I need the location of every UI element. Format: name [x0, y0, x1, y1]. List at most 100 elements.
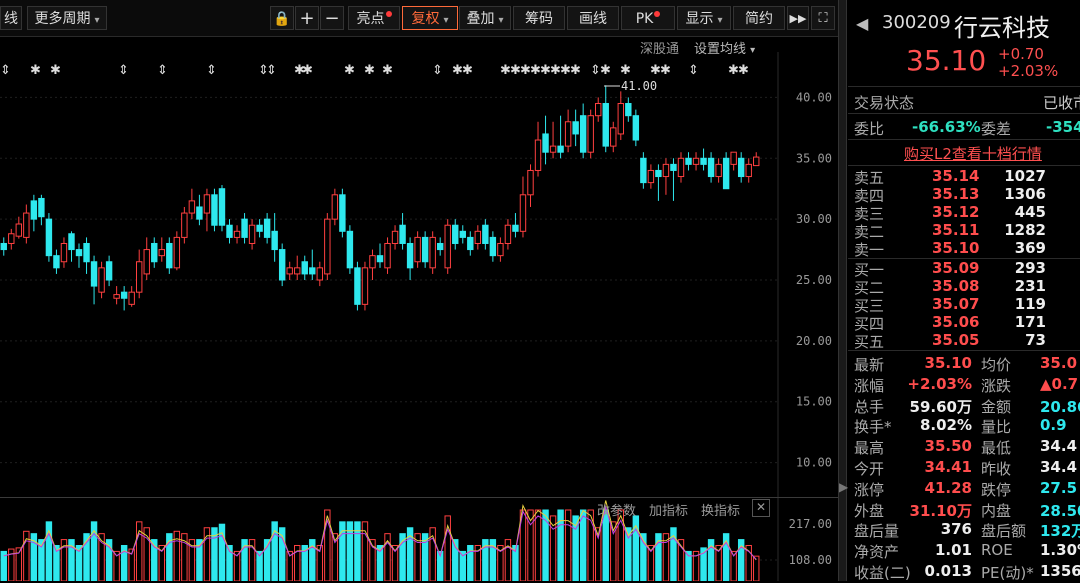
candle-body: [579, 115, 587, 153]
candle-body: [369, 255, 376, 269]
candle-body: [557, 145, 564, 153]
candle-body: [346, 230, 354, 269]
stat-value: 35.50: [924, 437, 972, 456]
line-button[interactable]: 线: [0, 6, 22, 30]
candle-body: [0, 242, 7, 251]
minus-icon: −: [324, 8, 340, 29]
candle-body: [527, 169, 534, 196]
stat-label: 最新: [854, 356, 885, 374]
signal-marker-icon: ✱: [50, 63, 61, 78]
simple-mode-button[interactable]: 简约: [733, 6, 785, 30]
candle-body: [715, 163, 722, 178]
stat-value: 1356: [1040, 562, 1080, 580]
stat-row: 收益(二) 0.013 PE(动)* 1356: [848, 562, 1080, 582]
candle-body: [248, 224, 256, 244]
stat-label: 内盘: [981, 501, 1012, 520]
candle-body: [595, 103, 602, 117]
lock-button[interactable]: 🔒: [270, 6, 294, 30]
stat-value: 31.10万: [909, 501, 972, 520]
zoom-out-button[interactable]: −: [320, 6, 344, 30]
close-icon: ✕: [755, 500, 767, 514]
bid-volume: 293: [1014, 259, 1046, 277]
candle-body: [151, 242, 158, 263]
display-label: 显示: [685, 11, 714, 27]
collapse-arrow-icon[interactable]: ▶: [839, 480, 848, 494]
fast-forward-icon: ▶▶: [789, 12, 807, 25]
stat-value: 132万: [1040, 522, 1080, 541]
candle-body: [474, 230, 482, 244]
stat-value: 27.5: [1040, 478, 1078, 497]
candle-body: [286, 267, 293, 275]
close-indicator-button[interactable]: ✕: [752, 499, 770, 517]
zoom-in-button[interactable]: +: [295, 6, 319, 30]
candle-body: [662, 163, 670, 178]
candle-body: [489, 236, 497, 257]
buy-l2-link[interactable]: 购买L2查看十档行情: [904, 143, 1042, 164]
candle-body: [753, 156, 760, 167]
fuquan-dropdown[interactable]: 复权: [402, 6, 458, 30]
stat-value: 35.0: [1040, 354, 1078, 372]
candle-body: [271, 230, 278, 251]
candle-body: [542, 133, 549, 153]
candle-body: [98, 267, 105, 293]
candle-body: [677, 157, 685, 178]
add-indicator-button[interactable]: 加指标: [649, 500, 688, 519]
candle-body: [105, 261, 113, 281]
candle-body: [211, 194, 218, 226]
highlight-button[interactable]: 亮点: [348, 6, 400, 30]
candle-body: [625, 103, 632, 117]
stat-label: 收益(二): [854, 564, 911, 582]
price-axis-label: 25.00: [796, 273, 832, 287]
candle-body: [301, 261, 308, 275]
candle-body: [384, 242, 391, 269]
bid-level-label: 买五: [854, 333, 885, 351]
fast-forward-button[interactable]: ▶▶: [787, 6, 809, 30]
draw-line-button[interactable]: 画线: [567, 6, 619, 30]
ask-volume: 1282: [1004, 221, 1046, 239]
stat-value: 8.02%: [919, 416, 972, 435]
more-periods-label: 更多周期: [34, 11, 91, 27]
switch-indicator-button[interactable]: 换指标: [701, 500, 740, 519]
more-periods-dropdown[interactable]: 更多周期: [27, 6, 107, 30]
notification-dot-icon: [385, 11, 392, 17]
stat-label: 外盘: [854, 501, 885, 520]
stat-label: 涨停: [854, 480, 885, 499]
stat-label: 盘后量: [854, 522, 900, 541]
bid-price: 35.05: [932, 331, 980, 349]
candle-body: [640, 157, 647, 184]
candle-body: [68, 233, 75, 251]
stat-value: 35.10: [924, 354, 972, 372]
candle-body: [452, 224, 459, 244]
divider: [848, 139, 1080, 140]
price-axis-label: 30.00: [796, 212, 832, 226]
fullscreen-button[interactable]: ⛶: [811, 6, 835, 30]
stat-label: 涨幅: [854, 376, 885, 395]
back-arrow-icon[interactable]: ◀: [856, 14, 868, 33]
plus-icon: +: [299, 8, 315, 29]
candle-body: [188, 200, 196, 214]
candle-body: [587, 115, 594, 153]
ask-volume: 369: [1014, 239, 1046, 257]
stat-row: 涨停 41.28 跌停 27.5: [848, 478, 1080, 499]
weibi-label: 委比: [854, 120, 885, 138]
pk-button[interactable]: PK: [621, 6, 675, 30]
trade-status-label: 交易状态: [854, 94, 915, 112]
signal-marker-icon: ✱: [620, 63, 631, 78]
weibi-value: -66.63%: [912, 118, 981, 136]
chips-button[interactable]: 筹码: [513, 6, 565, 30]
signal-marker-icon: ✱: [570, 63, 581, 78]
max-price-annotation: 41.00: [621, 79, 657, 93]
stock-code: 300209: [882, 12, 951, 33]
latest-price: 35.10: [906, 44, 987, 77]
candle-body: [203, 194, 211, 214]
stat-label: 最低: [981, 439, 1012, 458]
stat-value: 34.41: [924, 458, 972, 476]
ask-volume: 1306: [1004, 185, 1046, 203]
candle-body: [421, 236, 429, 263]
display-dropdown[interactable]: 显示: [677, 6, 731, 30]
change-param-button[interactable]: 改参数: [597, 500, 636, 519]
stat-value: 34.4: [1040, 437, 1078, 456]
stat-row: 盘后量 376 盘后额 132万: [848, 520, 1080, 541]
overlay-dropdown[interactable]: 叠加: [459, 6, 511, 30]
bid-row: 买五 35.05 73: [848, 331, 1080, 351]
